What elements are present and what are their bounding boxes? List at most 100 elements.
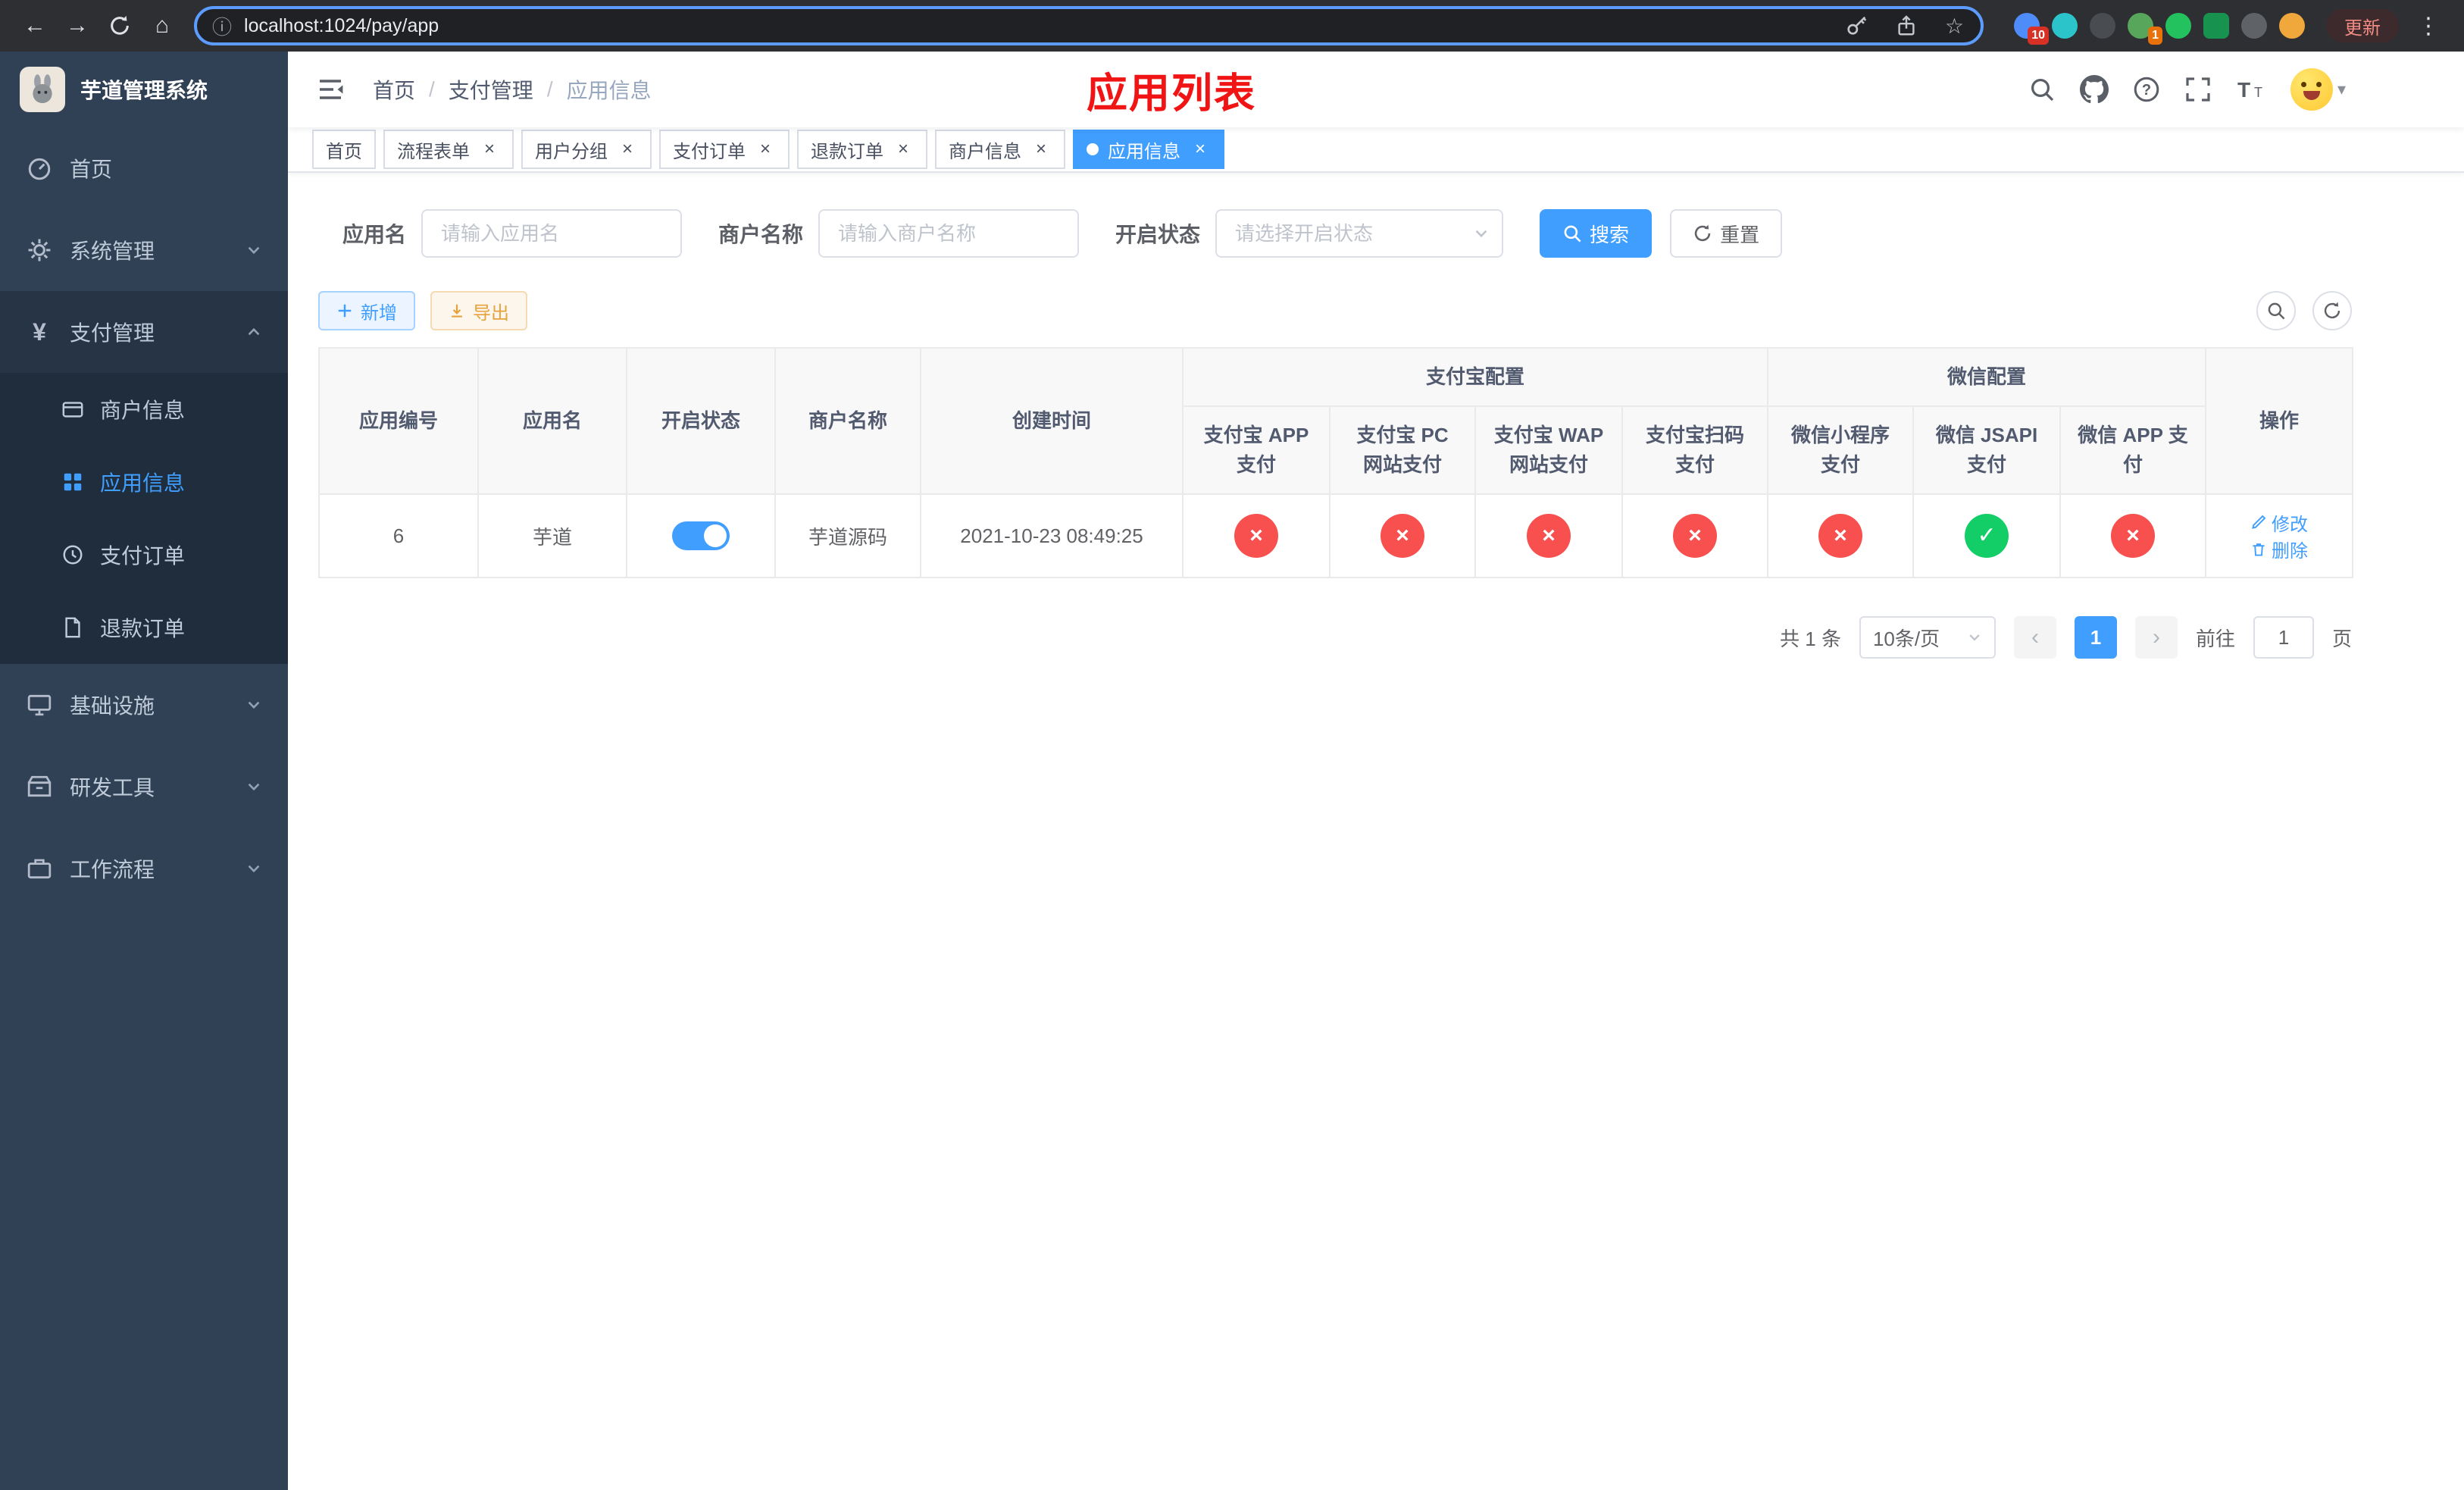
- prev-page-button[interactable]: ‹: [2013, 616, 2056, 659]
- page-size-select[interactable]: 10条/页: [1859, 616, 1996, 659]
- help-button[interactable]: ?: [2133, 76, 2160, 103]
- address-bar[interactable]: ⓘ localhost:1024/pay/app ☆: [194, 6, 1984, 45]
- sidebar-item-app-info[interactable]: 应用信息: [0, 446, 288, 518]
- chevron-down-icon: [1969, 634, 1980, 641]
- enabled-toggle[interactable]: [672, 521, 730, 550]
- status-label: 开启状态: [1115, 223, 1201, 246]
- pagination-total: 共 1 条: [1780, 627, 1841, 650]
- tab-merchant-info[interactable]: 商户信息 ×: [935, 130, 1065, 169]
- browser-menu-button[interactable]: ⋮: [2408, 13, 2449, 39]
- user-avatar-menu[interactable]: ▾: [2290, 68, 2346, 111]
- chevron-down-icon: [245, 860, 262, 877]
- sidebar-item-home[interactable]: 首页: [0, 127, 288, 209]
- tab-payment-orders[interactable]: 支付订单 ×: [659, 130, 790, 169]
- browser-reload-button[interactable]: [100, 6, 139, 45]
- filter-form: 应用名 商户名称 开启状态 搜索 重置: [318, 209, 2352, 258]
- wx-app-status-icon: ×: [2111, 514, 2156, 558]
- payment-submenu: 商户信息 应用信息 支付订单 退款订单: [0, 373, 288, 664]
- extension-icon[interactable]: [2052, 13, 2078, 39]
- document-icon: [61, 616, 85, 639]
- col-header-alipay-wap: 支付宝 WAP 网站支付: [1474, 405, 1623, 495]
- sidebar-toggle-button[interactable]: [311, 71, 350, 108]
- page-content: 应用名 商户名称 开启状态 搜索 重置: [288, 173, 2464, 1490]
- status-select-input[interactable]: [1215, 209, 1504, 258]
- app-name-input[interactable]: [421, 209, 683, 258]
- goto-label: 前往: [2195, 627, 2235, 650]
- export-button[interactable]: 导出: [430, 291, 527, 330]
- edit-link[interactable]: 修改: [2250, 509, 2308, 536]
- sidebar-item-payment[interactable]: ¥ 支付管理: [0, 291, 288, 373]
- delete-link[interactable]: 删除: [2250, 536, 2308, 562]
- github-link[interactable]: [2079, 75, 2109, 104]
- breadcrumb-payment[interactable]: 支付管理: [449, 74, 533, 105]
- page-goto-input[interactable]: [2253, 616, 2314, 659]
- tab-close-icon[interactable]: ×: [617, 139, 638, 160]
- add-button[interactable]: 新增: [318, 291, 415, 330]
- chevron-up-icon: [245, 324, 262, 340]
- fullscreen-button[interactable]: [2184, 76, 2212, 103]
- reset-button[interactable]: 重置: [1670, 209, 1783, 258]
- extension-icon[interactable]: [2279, 13, 2305, 39]
- tags-view-bar: 首页 流程表单 × 用户分组 × 支付订单 × 退款订单 × 商户信息 × 应用…: [288, 127, 2464, 173]
- merchant-name-input[interactable]: [818, 209, 1080, 258]
- extension-icon[interactable]: [2165, 13, 2191, 39]
- tab-close-icon[interactable]: ×: [479, 139, 500, 160]
- bookmark-star-icon[interactable]: ☆: [1937, 14, 1972, 39]
- password-key-icon[interactable]: [1837, 14, 1875, 37]
- sidebar-item-infrastructure[interactable]: 基础设施: [0, 664, 288, 746]
- extension-badge: 1: [2148, 27, 2162, 45]
- next-page-button[interactable]: ›: [2134, 616, 2178, 659]
- current-page-button[interactable]: 1: [2074, 616, 2117, 659]
- sidebar-item-dev-tools[interactable]: 研发工具: [0, 746, 288, 828]
- col-header-status: 开启状态: [626, 347, 776, 495]
- plus-icon: [338, 304, 352, 318]
- sidebar-item-payment-orders[interactable]: 支付订单: [0, 518, 288, 591]
- tab-close-icon[interactable]: ×: [1190, 139, 1211, 160]
- sidebar-item-workflow[interactable]: 工作流程: [0, 828, 288, 909]
- tab-close-icon[interactable]: ×: [1030, 139, 1052, 160]
- table-toolbar: 新增 导出: [318, 291, 2352, 330]
- extension-icon[interactable]: [2090, 13, 2115, 39]
- browser-home-button[interactable]: ⌂: [142, 6, 182, 45]
- reload-icon: [111, 15, 129, 35]
- refresh-table-button[interactable]: [2312, 291, 2352, 330]
- clock-icon: [61, 543, 85, 566]
- font-size-button[interactable]: TT: [2236, 76, 2266, 103]
- cell-status: [626, 493, 776, 578]
- browser-back-button[interactable]: ←: [15, 6, 55, 45]
- sidebar-item-system[interactable]: 系统管理: [0, 209, 288, 291]
- search-button[interactable]: 搜索: [1540, 209, 1653, 258]
- caret-down-icon: ▾: [2337, 80, 2346, 99]
- breadcrumb-home[interactable]: 首页: [373, 74, 415, 105]
- status-select[interactable]: [1215, 209, 1504, 258]
- sidebar-item-merchant-info[interactable]: 商户信息: [0, 373, 288, 446]
- tab-refund-orders[interactable]: 退款订单 ×: [797, 130, 927, 169]
- browser-forward-button[interactable]: →: [58, 6, 97, 45]
- page-title-annotation: 应用列表: [1087, 70, 1256, 117]
- extension-icon[interactable]: 1: [2128, 13, 2162, 45]
- toggle-search-button[interactable]: [2256, 291, 2296, 330]
- share-icon[interactable]: [1887, 14, 1925, 37]
- extension-icon[interactable]: [2241, 13, 2267, 39]
- extension-icon[interactable]: [2203, 13, 2229, 39]
- chevron-down-icon: [1473, 225, 1490, 242]
- tab-app-info[interactable]: 应用信息 ×: [1073, 130, 1224, 169]
- browser-update-button[interactable]: 更新: [2326, 9, 2399, 42]
- tab-close-icon[interactable]: ×: [755, 139, 776, 160]
- cell-actions: 修改 删除: [2205, 493, 2354, 578]
- tab-close-icon[interactable]: ×: [893, 139, 914, 160]
- search-icon: [2031, 79, 2054, 102]
- tab-process-form[interactable]: 流程表单 ×: [383, 130, 514, 169]
- sidebar-item-refund-orders[interactable]: 退款订单: [0, 591, 288, 664]
- col-header-app-name: 应用名: [477, 347, 627, 495]
- tab-home[interactable]: 首页: [312, 130, 376, 169]
- site-info-icon[interactable]: ⓘ: [212, 12, 232, 40]
- header-search-button[interactable]: [2028, 76, 2056, 103]
- extensions-area: 10 1: [2014, 13, 2305, 45]
- col-header-created: 创建时间: [920, 347, 1184, 495]
- home-icon: ⌂: [155, 13, 170, 38]
- tab-user-group[interactable]: 用户分组 ×: [521, 130, 652, 169]
- fullscreen-icon: [2186, 77, 2210, 102]
- extension-icon[interactable]: 10: [2014, 13, 2049, 45]
- chevron-down-icon: [245, 778, 262, 795]
